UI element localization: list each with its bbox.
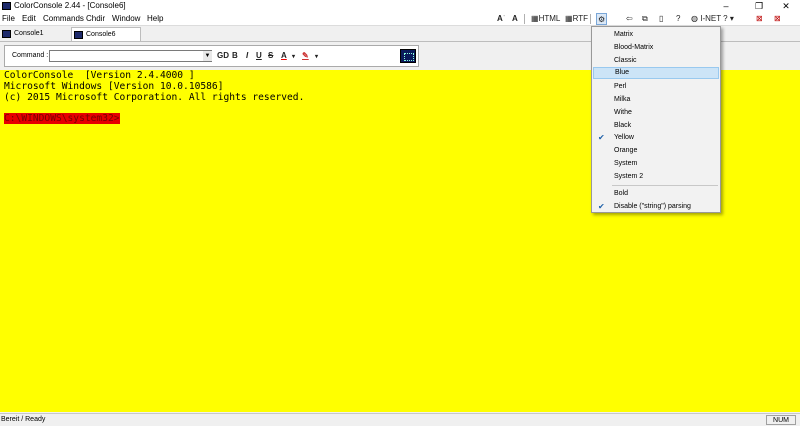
menu-item-black[interactable]: Black [593,120,719,132]
underline-button[interactable]: U [256,51,262,60]
menu-item-yellow[interactable]: ✔ Yellow [593,132,719,144]
export-rtf-button[interactable]: ▦RTF [565,13,588,25]
font-increase-icon[interactable]: A͘ [497,13,503,25]
menu-help[interactable]: Help [147,14,163,23]
menu-item-perl[interactable]: Perl [593,81,719,93]
toolbar-separator [524,14,525,24]
rtf-icon: ▦ [565,14,573,23]
status-bar: Bereit / Ready NUM [0,413,800,426]
close-button[interactable]: ✕ [772,0,800,12]
globe-icon: ◍ [691,14,698,23]
toolbar-separator [590,14,591,24]
app-icon [2,2,11,10]
menu-item-bold[interactable]: Bold [593,188,719,200]
menu-edit[interactable]: Edit [22,14,36,23]
menu-item-blood-matrix[interactable]: Blood-Matrix [593,42,719,54]
menu-commands[interactable]: Commands [43,14,84,23]
chevron-down-icon[interactable]: ▼ [203,51,212,61]
command-input[interactable] [49,50,212,62]
tab-console1[interactable]: Console1 [0,27,70,41]
close-all-icon[interactable]: ⊠ [774,13,781,25]
command-panel: Command : ▼ GD B I U S A ▾ ✎ ▾ [4,45,419,67]
console-icon [74,31,83,39]
menu-file[interactable]: File [2,14,15,23]
html-icon: ▦ [531,14,539,23]
console-icon [2,30,11,38]
font-decrease-icon[interactable]: A [512,13,518,25]
back-icon[interactable]: ⇦ [626,13,633,25]
strikethrough-button[interactable]: S [268,51,273,60]
maximize-button[interactable]: ❐ [745,0,773,12]
command-label: Command : [12,52,49,59]
menu-item-disable-string-parsing[interactable]: ✔ Disable ("string") parsing [593,201,719,213]
menu-item-system-2[interactable]: System 2 [593,171,719,183]
color-scheme-icon[interactable]: ⚙ [596,13,608,25]
highlight-pen-button[interactable]: ✎ [302,51,309,60]
copy-icon[interactable]: ⧉ [642,13,648,25]
menu-item-orange[interactable]: Orange [593,145,719,157]
color-scheme-menu: Matrix Blood-Matrix Classic Blue Perl Mi… [591,26,721,213]
menu-item-classic[interactable]: Classic [593,55,719,67]
run-console-icon[interactable] [400,49,416,63]
new-page-icon[interactable]: ▯ [659,13,663,25]
help-button[interactable]: ? [676,13,680,25]
italic-button[interactable]: I [246,51,248,60]
chevron-down-icon[interactable]: ▾ [315,53,318,60]
chevron-down-icon[interactable]: ▾ [292,53,295,60]
menu-item-system[interactable]: System [593,158,719,170]
num-lock-indicator: NUM [766,415,796,425]
tab-console6[interactable]: Console6 [71,27,141,41]
goto-button[interactable]: GD [217,51,229,60]
menu-item-blue[interactable]: Blue [593,67,719,79]
menu-item-milka[interactable]: Milka [593,94,719,106]
menu-window[interactable]: Window [112,14,140,23]
menu-bar: File Edit Commands Chdir Window Help A͘ … [0,12,800,26]
checkmark-icon: ✔ [598,133,605,142]
window-title: ColorConsole 2.44 - [Console6] [14,1,126,10]
console-prompt: C:\WINDOWS\system32> [4,113,120,125]
inet-button[interactable]: ◍ I-NET ? ▾ [691,13,734,25]
close-console-icon[interactable]: ⊠ [756,13,763,25]
menu-chdir[interactable]: Chdir [86,14,105,23]
minimize-button[interactable]: – [712,0,740,12]
font-color-button[interactable]: A [281,51,287,60]
menu-item-matrix[interactable]: Matrix [593,29,719,41]
bold-button[interactable]: B [232,51,238,60]
menu-item-withe[interactable]: Withe [593,107,719,119]
menu-separator [612,185,718,186]
title-bar: ColorConsole 2.44 - [Console6] – ❐ ✕ [0,0,800,12]
export-html-button[interactable]: ▦HTML [531,13,560,25]
status-text: Bereit / Ready [1,416,46,423]
checkmark-icon: ✔ [598,202,605,211]
